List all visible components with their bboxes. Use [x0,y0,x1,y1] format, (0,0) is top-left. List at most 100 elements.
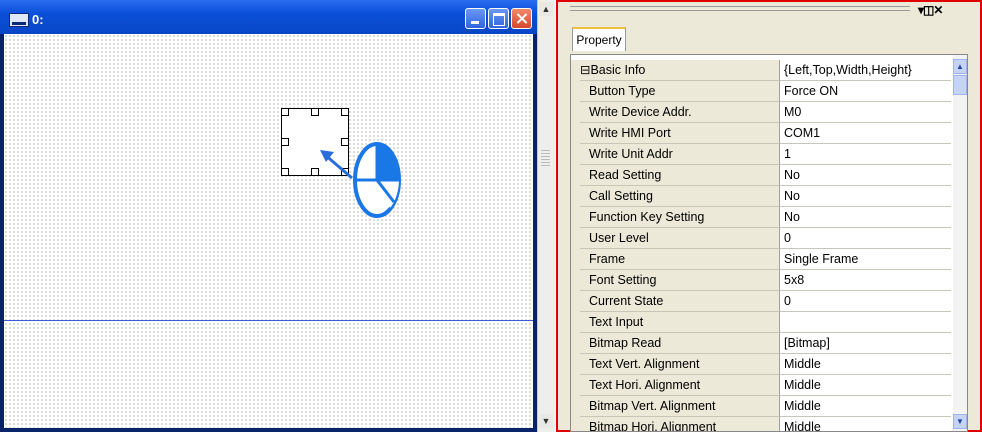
row-gutter [571,60,580,81]
property-value[interactable]: COM1 [780,123,951,144]
property-value[interactable]: 0 [780,291,951,312]
scroll-thumb[interactable] [953,75,967,95]
close-button[interactable] [511,8,532,29]
property-value[interactable]: 5x8 [780,270,951,291]
arrow-icon [320,150,353,180]
property-name: Text Hori. Alignment [580,375,780,396]
property-name: Write Device Addr. [580,102,780,123]
property-row[interactable]: Frame Single Frame [571,249,951,270]
window-title: 0: [32,12,44,27]
row-gutter [571,396,580,417]
property-value[interactable]: Middle [780,354,951,375]
property-name: Bitmap Vert. Alignment [580,396,780,417]
maximize-button[interactable] [488,8,509,29]
panel-grip[interactable] [570,6,910,11]
property-name: Bitmap Hori. Alignment [580,417,780,431]
property-row[interactable]: Write HMI Port COM1 [571,123,951,144]
property-value[interactable]: No [780,186,951,207]
row-gutter [571,186,580,207]
property-row[interactable]: Button Type Force ON [571,81,951,102]
property-name: Function Key Setting [580,207,780,228]
property-row[interactable]: Current State 0 [571,291,951,312]
minimize-button[interactable] [465,8,486,29]
scroll-up-icon[interactable]: ▲ [539,2,553,16]
row-gutter [571,291,580,312]
panel-control-icons[interactable]: ▾◫✕ [918,3,943,17]
row-gutter [571,144,580,165]
row-gutter [571,165,580,186]
resize-handle[interactable] [341,108,349,116]
property-row[interactable]: Function Key Setting No [571,207,951,228]
panel-header[interactable]: ▾◫✕ [558,2,980,24]
property-row[interactable]: Write Device Addr. M0 [571,102,951,123]
screen-boundary-line [4,320,533,321]
row-gutter [571,102,580,123]
property-row[interactable]: Font Setting 5x8 [571,270,951,291]
property-value[interactable]: Middle [780,396,951,417]
resize-handle[interactable] [281,168,289,176]
vertical-scrollbar[interactable]: ▲ ▼ [537,0,555,432]
resize-handle[interactable] [311,108,319,116]
property-row[interactable]: Bitmap Hori. Alignment Middle [571,417,951,431]
property-name: Font Setting [580,270,780,291]
row-gutter [571,249,580,270]
mouse-click-icon [320,142,401,218]
splitter-grip[interactable] [541,150,550,166]
row-gutter [571,354,580,375]
property-name: Call Setting [580,186,780,207]
property-row[interactable]: ⊟Basic Info {Left,Top,Width,Height} [571,60,951,81]
property-row[interactable]: Write Unit Addr 1 [571,144,951,165]
row-gutter [571,312,580,333]
property-row[interactable]: User Level 0 [571,228,951,249]
property-name: Current State [580,291,780,312]
property-value[interactable]: Middle [780,417,951,431]
property-value[interactable]: Middle [780,375,951,396]
property-row[interactable]: Bitmap Vert. Alignment Middle [571,396,951,417]
scroll-down-icon[interactable]: ▼ [953,414,967,429]
property-value[interactable] [780,312,951,333]
property-row[interactable]: Read Setting No [571,165,951,186]
property-value[interactable]: M0 [780,102,951,123]
property-name: Text Vert. Alignment [580,354,780,375]
property-panel: ▾◫✕ Property ⊟Basic Info {Left,Top,Width,… [556,0,982,432]
property-value[interactable]: Single Frame [780,249,951,270]
property-name: Read Setting [580,165,780,186]
property-value[interactable]: No [780,165,951,186]
design-window: 0: [0,0,537,432]
property-value[interactable]: 1 [780,144,951,165]
row-gutter [571,270,580,291]
row-gutter [571,207,580,228]
property-name: Frame [580,249,780,270]
property-name: Bitmap Read [580,333,780,354]
property-value[interactable]: [Bitmap] [780,333,951,354]
property-row[interactable]: Call Setting No [571,186,951,207]
row-gutter [571,417,580,431]
property-rows: ⊟Basic Info {Left,Top,Width,Height} Button… [571,60,951,431]
tab-property[interactable]: Property [572,27,626,51]
row-gutter [571,333,580,354]
property-row[interactable]: Text Hori. Alignment Middle [571,375,951,396]
property-row[interactable]: Text Vert. Alignment Middle [571,354,951,375]
property-value[interactable]: No [780,207,951,228]
resize-handle[interactable] [281,138,289,146]
resize-handle[interactable] [281,108,289,116]
property-name: User Level [580,228,780,249]
property-name: Button Type [580,81,780,102]
row-gutter [571,81,580,102]
property-value[interactable]: {Left,Top,Width,Height} [780,60,951,81]
property-name: Text Input [580,312,780,333]
property-row[interactable]: Text Input [571,312,951,333]
scroll-down-icon[interactable]: ▼ [539,414,553,428]
property-name: Write HMI Port [580,123,780,144]
design-canvas[interactable] [4,34,533,428]
row-gutter [571,375,580,396]
property-scrollbar[interactable]: ▲ ▼ [953,55,967,431]
window-titlebar[interactable]: 0: [0,0,537,34]
property-grid: ⊟Basic Info {Left,Top,Width,Height} Button… [570,54,968,432]
property-row[interactable]: Bitmap Read [Bitmap] [571,333,951,354]
scroll-up-icon[interactable]: ▲ [953,59,967,74]
property-value[interactable]: 0 [780,228,951,249]
property-value[interactable]: Force ON [780,81,951,102]
property-name: Write Unit Addr [580,144,780,165]
property-name: ⊟Basic Info [580,60,780,81]
